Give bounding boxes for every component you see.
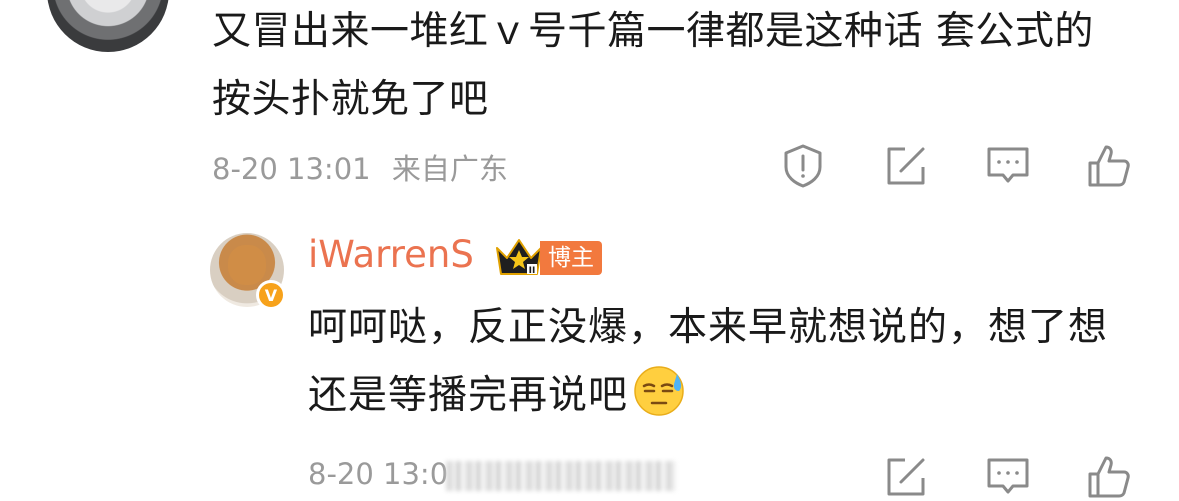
like-icon[interactable] (1085, 142, 1133, 190)
share-icon[interactable] (882, 142, 930, 190)
comment-location: 来自广东 (391, 152, 508, 186)
svg-text:II: II (529, 266, 536, 276)
sweat-emoji (634, 366, 684, 416)
reply-like-icon[interactable] (1085, 453, 1133, 501)
comment-text: 又冒出来一堆红ｖ号千篇一律都是这种话 套公式的按头扑就免了吧 (212, 9, 1094, 122)
reply-time: 8-20 13:0 (308, 457, 449, 491)
reply-text-content: 呵呵哒，反正没爆，本来早就想说的，想了想还是等播完再说吧 (308, 305, 1109, 418)
reply-share-icon[interactable] (882, 453, 930, 501)
blurred-location (446, 461, 677, 491)
author-badge: 博主 (540, 241, 602, 275)
crown-icon: II (496, 239, 542, 276)
comment-meta: 8-20 13:01 来自广东 (212, 146, 508, 188)
reply-username[interactable]: iWarrenS (308, 233, 474, 276)
comment-time: 8-20 13:01 (212, 152, 371, 186)
commenter-avatar[interactable] (47, 0, 169, 52)
comment-icon[interactable] (984, 142, 1032, 190)
reply-meta: 8-20 13:0 (308, 457, 677, 491)
report-icon[interactable] (779, 142, 827, 190)
verified-badge: V (256, 280, 286, 310)
reply-text: 呵呵哒，反正没爆，本来早就想说的，想了想还是等播完再说吧 (308, 294, 1128, 430)
reply-comment-icon[interactable] (984, 453, 1032, 501)
